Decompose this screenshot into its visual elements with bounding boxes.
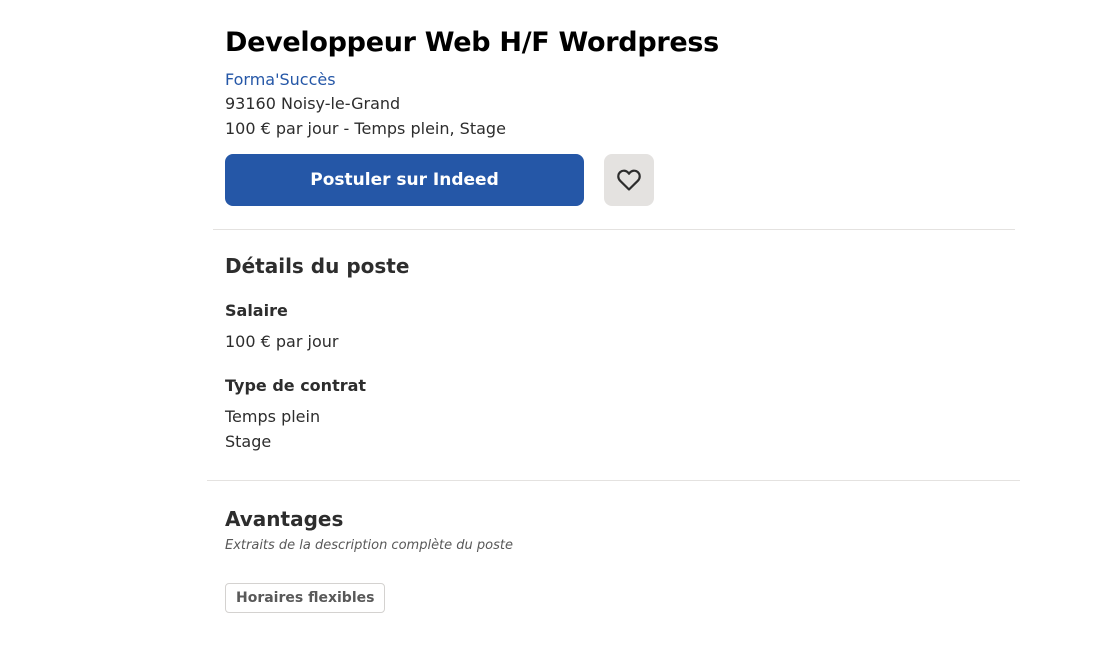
benefit-tag: Horaires flexibles bbox=[225, 583, 386, 613]
job-detail-page: Developpeur Web H/F Wordpress Forma'Succ… bbox=[0, 0, 1109, 645]
divider bbox=[213, 229, 1015, 230]
job-actions: Postuler sur Indeed bbox=[225, 154, 654, 206]
contract-value: Temps plein bbox=[225, 407, 321, 426]
salary-value: 100 € par jour bbox=[225, 332, 339, 351]
section-title-benefits: Avantages bbox=[225, 507, 344, 531]
divider bbox=[207, 480, 1020, 481]
benefits-section: Avantages Extraits de la description com… bbox=[225, 505, 513, 613]
job-location: 93160 Noisy-le-Grand bbox=[225, 94, 401, 113]
job-title: Developpeur Web H/F Wordpress bbox=[225, 27, 719, 58]
save-job-button[interactable] bbox=[604, 154, 654, 206]
job-salary-type: 100 € par jour - Temps plein, Stage bbox=[225, 119, 506, 138]
company-link[interactable]: Forma'Succès bbox=[225, 69, 336, 91]
contract-label: Type de contrat bbox=[225, 376, 367, 395]
section-title-details: Détails du poste bbox=[225, 254, 410, 278]
job-header: Developpeur Web H/F Wordpress Forma'Succ… bbox=[225, 24, 1015, 141]
salary-label: Salaire bbox=[225, 301, 288, 320]
job-details-section: Détails du poste Salaire 100 € par jour … bbox=[225, 252, 409, 454]
heart-icon bbox=[616, 168, 642, 192]
apply-button[interactable]: Postuler sur Indeed bbox=[225, 154, 584, 206]
benefits-subtitle: Extraits de la description complète du p… bbox=[225, 538, 513, 553]
contract-value: Stage bbox=[225, 432, 272, 451]
